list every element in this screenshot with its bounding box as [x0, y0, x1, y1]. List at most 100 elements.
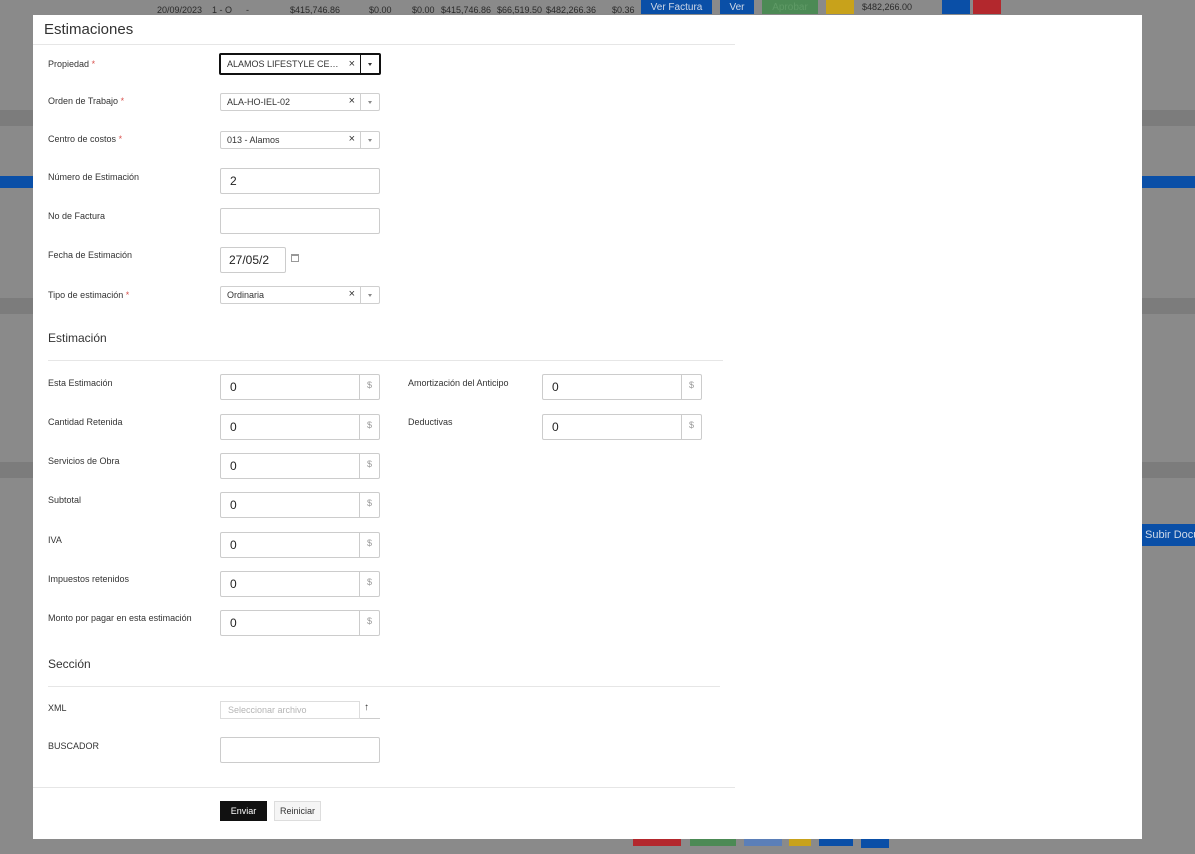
bg-amount: $66,519.50: [497, 5, 543, 15]
amortizacion-anticipo-input[interactable]: 0 $: [542, 374, 702, 400]
required-mark: *: [125, 290, 130, 300]
buscador-input[interactable]: [220, 737, 380, 763]
modal-title: Estimaciones: [44, 21, 134, 38]
clear-icon[interactable]: ×: [349, 133, 355, 145]
background-table-row: 20/09/2023 1 - O - $415,746.86 $0.00 $0.…: [0, 0, 1195, 16]
amortizacion-anticipo-label: Amortización del Anticipo: [408, 378, 509, 388]
fecha-estimacion-input[interactable]: 27/05/2: [220, 247, 286, 273]
deductivas-label: Deductivas: [408, 417, 453, 427]
clear-icon[interactable]: ×: [349, 95, 355, 107]
tipo-estimacion-select[interactable]: Ordinaria ×: [220, 286, 380, 304]
currency-addon: $: [359, 375, 379, 399]
subtotal-value: 0: [230, 498, 237, 512]
title-divider: [33, 44, 735, 45]
orden-trabajo-label: Orden de Trabajo *: [48, 96, 125, 106]
estimacion-divider: [48, 360, 723, 361]
currency-addon: $: [681, 375, 701, 399]
fecha-estimacion-value: 27/05/2: [229, 253, 270, 267]
fecha-estimacion-label: Fecha de Estimación: [48, 250, 133, 260]
enviar-button[interactable]: Enviar: [220, 801, 267, 821]
bg-subir-documentos-button: Subir Docu: [1141, 524, 1195, 546]
esta-estimacion-label: Esta Estimación: [48, 378, 113, 388]
chevron-down-icon[interactable]: [360, 287, 379, 303]
amortizacion-anticipo-value: 0: [552, 380, 559, 394]
xml-file-input[interactable]: Seleccionar archivo ↑: [220, 701, 380, 719]
upload-icon[interactable]: ↑: [364, 702, 369, 713]
impuestos-retenidos-label: Impuestos retenidos: [48, 574, 130, 584]
servicios-obra-label: Servicios de Obra: [48, 456, 120, 466]
iva-input[interactable]: 0 $: [220, 532, 380, 558]
subtotal-input[interactable]: 0 $: [220, 492, 380, 518]
bg-amount: $0.36: [612, 5, 635, 15]
bg-bottom-button: [690, 838, 736, 846]
bg-folio: 1 - O: [212, 5, 233, 15]
deductivas-value: 0: [552, 420, 559, 434]
xml-file-placeholder: Seleccionar archivo: [220, 701, 360, 719]
currency-addon: $: [359, 415, 379, 439]
currency-addon: $: [359, 454, 379, 478]
tipo-estimacion-label: Tipo de estimación *: [48, 290, 130, 300]
esta-estimacion-input[interactable]: 0 $: [220, 374, 380, 400]
cantidad-retenida-input[interactable]: 0 $: [220, 414, 380, 440]
no-factura-label: No de Factura: [48, 211, 106, 221]
required-mark: *: [120, 96, 125, 106]
bg-dash: -: [246, 5, 249, 15]
monto-por-pagar-input[interactable]: 0 $: [220, 610, 380, 636]
chevron-down-icon[interactable]: [360, 55, 379, 73]
servicios-obra-value: 0: [230, 459, 237, 473]
bg-eye-button: [942, 0, 970, 14]
bg-bottom-button: [819, 838, 853, 846]
no-factura-input[interactable]: [220, 208, 380, 234]
chevron-down-icon[interactable]: [360, 132, 379, 148]
cantidad-retenida-value: 0: [230, 420, 237, 434]
centro-costos-label: Centro de costos *: [48, 134, 123, 144]
currency-addon: $: [359, 533, 379, 557]
estimacion-heading: Estimación: [48, 331, 107, 345]
bg-aprobar-button: Aprobar: [762, 0, 818, 14]
centro-costos-value: 013 - Alamos: [227, 135, 280, 145]
bg-delete-yellow-button: [826, 0, 854, 14]
reiniciar-button[interactable]: Reiniciar: [274, 801, 321, 821]
bg-bottom-button: [633, 838, 681, 846]
orden-trabajo-value: ALA-HO-IEL-02: [227, 97, 291, 107]
chevron-down-icon[interactable]: [360, 94, 379, 110]
required-mark: *: [118, 134, 123, 144]
bg-bottom-button: [789, 838, 811, 846]
bg-amount: $482,266.36: [546, 5, 597, 15]
bg-total: $482,266.00: [862, 2, 913, 12]
clear-icon[interactable]: ×: [349, 58, 355, 70]
required-mark: *: [91, 59, 96, 69]
bg-date: 20/09/2023: [157, 5, 203, 15]
subtotal-label: Subtotal: [48, 495, 82, 505]
bg-amount: $0.00: [369, 5, 392, 15]
buscador-label: BUSCADOR: [48, 741, 100, 751]
calendar-icon[interactable]: [291, 254, 299, 262]
clear-icon[interactable]: ×: [349, 288, 355, 300]
currency-addon: $: [359, 572, 379, 596]
monto-por-pagar-value: 0: [230, 616, 237, 630]
currency-addon: $: [359, 611, 379, 635]
impuestos-retenidos-input[interactable]: 0 $: [220, 571, 380, 597]
bg-bottom-button: [861, 838, 889, 848]
cantidad-retenida-label: Cantidad Retenida: [48, 417, 123, 427]
numero-estimacion-input[interactable]: 2: [220, 168, 380, 194]
tipo-estimacion-value: Ordinaria: [227, 290, 265, 300]
numero-estimacion-label: Número de Estimación: [48, 172, 140, 182]
servicios-obra-input[interactable]: 0 $: [220, 453, 380, 479]
bg-trash-button: [973, 0, 1001, 14]
iva-value: 0: [230, 538, 237, 552]
propiedad-label: Propiedad *: [48, 59, 96, 69]
orden-trabajo-select[interactable]: ALA-HO-IEL-02 ×: [220, 93, 380, 111]
bg-ver-button: Ver: [720, 0, 754, 14]
esta-estimacion-value: 0: [230, 380, 237, 394]
estimaciones-modal: Estimaciones Propiedad * ALAMOS LIFESTYL…: [33, 15, 1142, 839]
deductivas-input[interactable]: 0 $: [542, 414, 702, 440]
centro-costos-select[interactable]: 013 - Alamos ×: [220, 131, 380, 149]
currency-addon: $: [681, 415, 701, 439]
bg-amount: $0.00: [412, 5, 435, 15]
seccion-heading: Sección: [48, 657, 91, 671]
monto-por-pagar-label: Monto por pagar en esta estimación: [48, 613, 192, 623]
impuestos-retenidos-value: 0: [230, 577, 237, 591]
propiedad-value: ALAMOS LIFESTYLE CENTER: [227, 59, 343, 69]
propiedad-select[interactable]: ALAMOS LIFESTYLE CENTER ×: [219, 53, 381, 75]
